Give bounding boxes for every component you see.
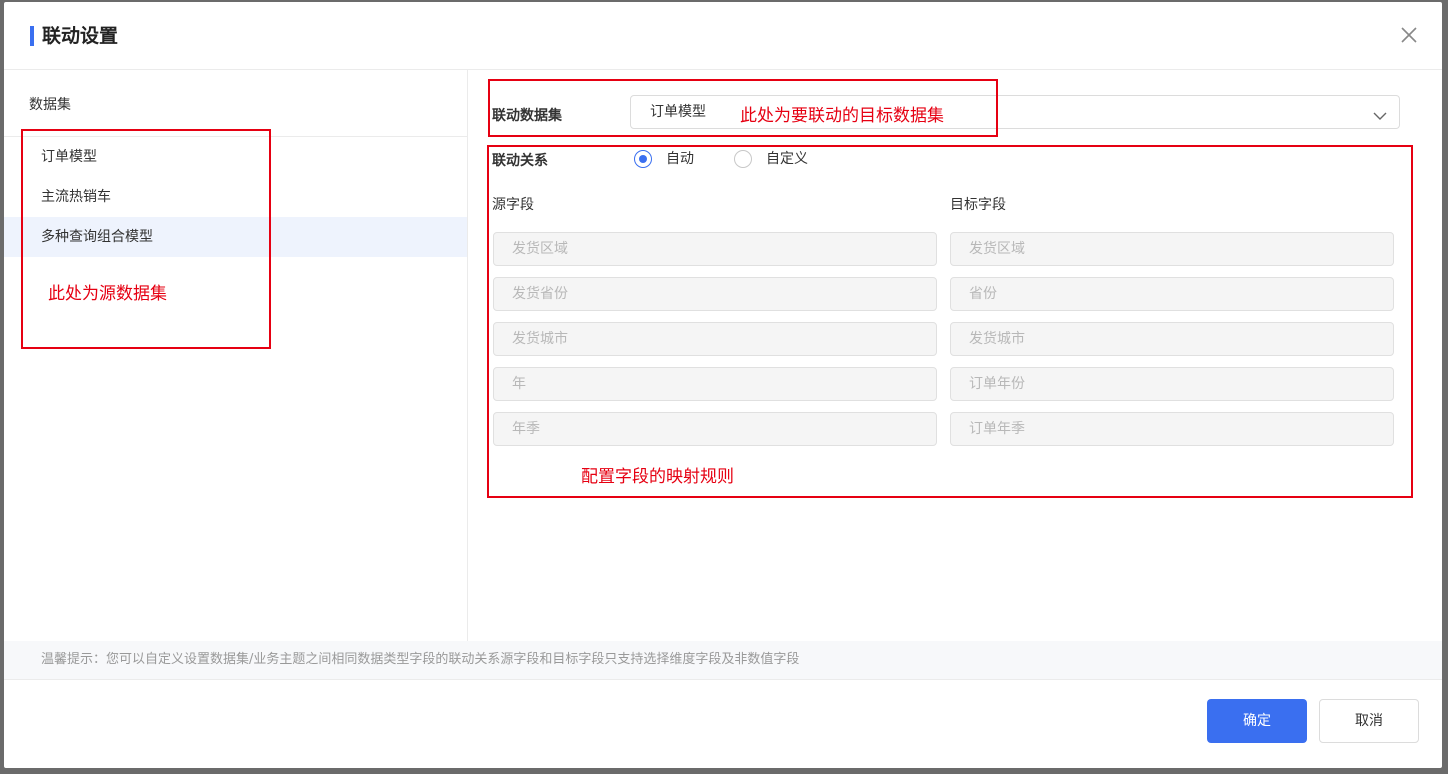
title-accent-bar: [30, 26, 34, 46]
source-field-header: 源字段: [492, 197, 534, 213]
linked-dataset-label: 联动数据集: [492, 108, 562, 124]
tip-bar: 温馨提示：您可以自定义设置数据集/业务主题之间相同数据类型字段的联动关系源字段和…: [4, 641, 1442, 680]
annotation-text-source-dataset: 此处为源数据集: [48, 284, 167, 304]
source-field-input: 发货区域: [493, 232, 937, 266]
target-field-input: 发货城市: [950, 322, 1394, 356]
linkage-settings-dialog: 联动设置 数据集 订单模型 主流热销车 多种查询组合模型 联动数据集 订单模型 …: [4, 2, 1442, 768]
linkage-config-panel: 联动数据集 订单模型 联动关系 自动 自定义 源字段 目标字段 发货区域 发货区…: [468, 70, 1442, 641]
source-dataset-panel: 数据集 订单模型 主流热销车 多种查询组合模型: [4, 70, 468, 641]
cancel-button[interactable]: 取消: [1319, 699, 1419, 743]
tip-text: 温馨提示：您可以自定义设置数据集/业务主题之间相同数据类型字段的联动关系源字段和…: [41, 652, 800, 667]
dialog-title: 联动设置: [42, 25, 119, 47]
dialog-header: 联动设置: [4, 2, 1442, 70]
target-field-input: 订单年季: [950, 412, 1394, 446]
annotation-text-mapping-rules: 配置字段的映射规则: [581, 467, 734, 487]
source-field-input: 发货城市: [493, 322, 937, 356]
dataset-list: 订单模型 主流热销车 多种查询组合模型: [4, 137, 467, 257]
radio-circle: [734, 150, 752, 168]
source-field-input: 年: [493, 367, 937, 401]
source-field-input: 发货省份: [493, 277, 937, 311]
close-icon[interactable]: [1400, 26, 1418, 44]
radio-label-custom: 自定义: [766, 151, 808, 167]
radio-circle: [634, 150, 652, 168]
target-field-input: 发货区域: [950, 232, 1394, 266]
source-field-input: 年季: [493, 412, 937, 446]
relation-label: 联动关系: [492, 153, 548, 169]
dataset-item-order-model[interactable]: 订单模型: [4, 137, 467, 177]
radio-label-auto: 自动: [666, 151, 694, 167]
target-field-input: 订单年份: [950, 367, 1394, 401]
linked-dataset-value: 订单模型: [650, 104, 706, 120]
chevron-down-icon: [1373, 106, 1387, 120]
dataset-heading: 数据集: [29, 97, 71, 113]
target-field-input: 省份: [950, 277, 1394, 311]
dataset-item-hot-cars[interactable]: 主流热销车: [4, 177, 467, 217]
confirm-button[interactable]: 确定: [1207, 699, 1307, 743]
target-field-header: 目标字段: [950, 197, 1006, 213]
dataset-item-multi-query-model[interactable]: 多种查询组合模型: [4, 217, 467, 257]
annotation-text-target-dataset: 此处为要联动的目标数据集: [740, 106, 944, 126]
